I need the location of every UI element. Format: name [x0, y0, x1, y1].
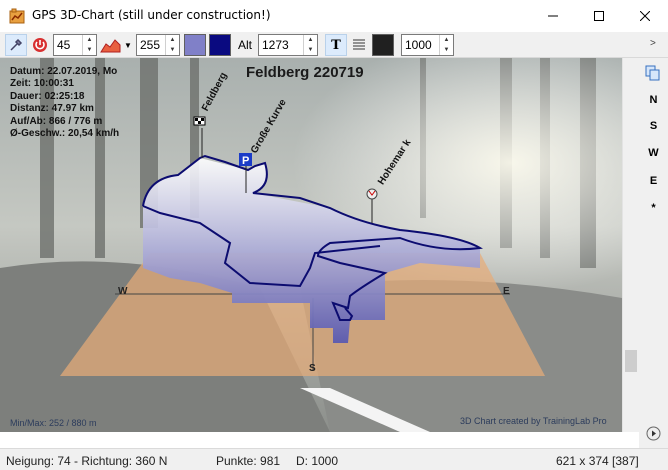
alt-label: Alt [238, 38, 253, 52]
reset-button[interactable]: * [639, 202, 668, 214]
chart-title: Feldberg 220719 [246, 64, 364, 81]
text-button[interactable]: T [325, 34, 347, 56]
power-button[interactable] [29, 34, 51, 56]
spin-up-icon[interactable]: ▲ [83, 35, 96, 45]
west-button[interactable]: W [639, 147, 668, 159]
scroll-thumb[interactable] [625, 350, 637, 372]
app-icon [9, 8, 25, 24]
minmax-label: Min/Max: 252 / 880 m [10, 418, 97, 428]
status-bar: Neigung: 74 - Richtung: 360 N Punkte: 98… [0, 448, 668, 470]
copy-icon[interactable] [645, 65, 661, 81]
color-swatch-light[interactable] [184, 34, 206, 56]
spin-down-icon[interactable]: ▼ [83, 45, 96, 55]
power-icon [33, 38, 47, 52]
info-geschw: Ø-Geschw.: 20,54 km/h [10, 128, 120, 140]
window-title: GPS 3D-Chart (still under construction!) [32, 8, 271, 22]
svg-text:P: P [242, 155, 249, 167]
chart-type-dropdown[interactable]: ▼ [100, 34, 134, 56]
alt-spinner[interactable]: 1273 ▲ ▼ [258, 34, 318, 56]
area-chart-icon [100, 39, 121, 53]
status-neigung: Neigung: 74 - Richtung: 360 N [6, 454, 168, 468]
alt-value[interactable]: 1273 [259, 35, 303, 55]
color-spinner[interactable]: 255 ▲ ▼ [136, 34, 180, 56]
spin-up-icon[interactable]: ▲ [166, 35, 179, 45]
play-icon[interactable] [646, 426, 661, 441]
maximize-button[interactable] [576, 0, 622, 32]
east-button[interactable]: E [639, 175, 668, 187]
info-aufab: Auf/Ab: 866 / 776 m [10, 115, 103, 127]
spin-up-icon[interactable]: ▲ [304, 35, 317, 45]
compass-e: E [503, 286, 510, 297]
north-button[interactable]: N [639, 94, 668, 106]
tilt-value[interactable]: 45 [54, 35, 82, 55]
info-dauer: Dauer: 02:25:18 [10, 90, 85, 102]
compass-s: S [309, 363, 316, 374]
chevron-down-icon: ▼ [124, 40, 132, 50]
info-datum: Datum: 22.07.2019, Mo [10, 66, 118, 77]
credit-label: 3D Chart created by TrainingLab Pro [460, 416, 607, 426]
close-icon [640, 11, 650, 21]
spin-down-icon[interactable]: ▼ [440, 45, 453, 55]
text-icon: T [331, 37, 341, 53]
south-button[interactable]: S [639, 120, 668, 132]
align-icon [353, 39, 365, 50]
spin-down-icon[interactable]: ▼ [166, 45, 179, 55]
status-punkte: Punkte: 981 [216, 454, 281, 468]
spin-down-icon[interactable]: ▼ [304, 45, 317, 55]
align-button[interactable] [348, 34, 370, 56]
title-bar: GPS 3D-Chart (still under construction!) [0, 0, 668, 32]
side-panel: N S W E * [639, 58, 668, 448]
color-swatch-dark[interactable] [209, 34, 231, 56]
compass-w: W [118, 286, 128, 297]
info-zeit: Zeit: 10:00:31 [10, 78, 74, 90]
info-distanz: Distanz: 47.97 km [10, 103, 94, 115]
minimize-button[interactable] [530, 0, 576, 32]
tilt-spinner[interactable]: 45 ▲ ▼ [53, 34, 97, 56]
close-button[interactable] [622, 0, 668, 32]
chart-view[interactable]: P Datum: 22.07.2019, Mo Zeit: 10:00:31 D… [0, 58, 622, 432]
wrench-icon [10, 38, 23, 51]
points-value[interactable]: 1000 [402, 35, 439, 55]
color-swatch-black[interactable] [372, 34, 394, 56]
toolbar: 45 ▲ ▼ ▼ 255 ▲ ▼ Alt 1273 ▲ ▼ T 1000 ▲ ▼ > [0, 32, 668, 58]
minimize-icon [548, 15, 558, 17]
color-value[interactable]: 255 [137, 35, 165, 55]
spin-up-icon[interactable]: ▲ [440, 35, 453, 45]
chevron-right-icon[interactable]: > [650, 38, 656, 60]
maximize-icon [594, 11, 604, 21]
points-spinner[interactable]: 1000 ▲ ▼ [401, 34, 454, 56]
wrench-button[interactable] [5, 34, 27, 56]
vertical-scrollbar[interactable] [622, 58, 639, 432]
info-panel: Datum: 22.07.2019, Mo Zeit: 10:00:31 Dau… [10, 66, 119, 140]
status-size: 621 x 374 [387] [556, 454, 639, 468]
status-d: D: 1000 [296, 454, 339, 468]
